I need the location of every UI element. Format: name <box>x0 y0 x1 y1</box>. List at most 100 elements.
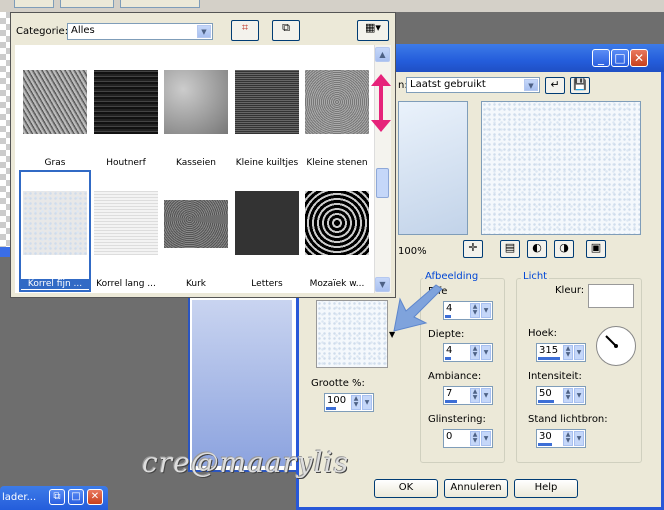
maximize-button[interactable]: □ <box>611 49 629 67</box>
chevron-down-icon[interactable]: ▼ <box>362 395 372 410</box>
spin-icon[interactable]: ▲ ▼ <box>470 303 480 318</box>
light-position-level-bar <box>538 443 552 446</box>
texture-label-selected: Korrel fijn ... <box>20 279 90 289</box>
light-color-swatch[interactable] <box>588 284 634 308</box>
spin-icon[interactable]: ▲ ▼ <box>563 388 573 403</box>
top-toolbar-button[interactable] <box>120 0 200 8</box>
palette-icon: ⌗ <box>241 21 249 34</box>
texture-browse-button[interactable]: ⌗ <box>231 20 259 41</box>
spin-icon[interactable]: ▲ ▼ <box>470 388 480 403</box>
texture-swatch[interactable] <box>316 300 388 368</box>
texture-tile[interactable] <box>305 70 369 134</box>
texture-tile[interactable] <box>23 191 87 255</box>
texture-label: Mozaïek w... <box>309 279 365 289</box>
angle-field[interactable]: 315 ▲ ▼ ▼ <box>536 343 586 362</box>
ambiance-level-bar <box>445 400 457 403</box>
preset-value: Laatst gebruikt <box>410 79 486 90</box>
minimize-button[interactable]: _ <box>592 49 610 67</box>
spin-icon[interactable]: ▲ ▼ <box>563 345 573 360</box>
top-toolbar-button[interactable] <box>14 0 54 8</box>
chevron-down-icon[interactable]: ▼ <box>574 431 584 446</box>
double-arrow-icon <box>371 74 391 132</box>
disk-icon[interactable]: 💾 <box>570 77 590 94</box>
texture-label: Houtnerf <box>106 158 146 168</box>
help-button[interactable]: Help <box>514 479 578 498</box>
spin-icon[interactable]: ▲ ▼ <box>470 431 480 446</box>
ok-button[interactable]: OK <box>374 479 438 498</box>
preset-select[interactable]: Laatst gebruikt ▼ <box>406 77 540 93</box>
arrow-return-icon: ↵ <box>550 78 560 91</box>
glinstering-label: Glinstering: <box>428 414 486 425</box>
texture-label: Letters <box>251 279 283 289</box>
maximize-icon[interactable]: □ <box>68 489 84 505</box>
angle-value: 315 <box>539 345 559 356</box>
proof-icon[interactable]: ▣ <box>586 240 606 258</box>
chevron-down-icon[interactable]: ▼ <box>481 345 491 360</box>
depth-field[interactable]: 4 ▲ ▼ ▼ <box>443 343 493 362</box>
cancel-button[interactable]: Annuleren <box>444 479 508 498</box>
licht-legend: Licht <box>521 271 550 282</box>
texture-tile[interactable] <box>235 191 299 255</box>
save-preset-button[interactable]: ↵ <box>545 77 565 94</box>
angle-dial[interactable] <box>596 326 636 366</box>
texture-label: Korrel lang ... <box>96 279 156 289</box>
zoom-out-icon[interactable]: ◑ <box>554 240 574 258</box>
texture-tile[interactable] <box>235 70 299 134</box>
ambiance-value: 7 <box>446 388 453 399</box>
glinstering-field[interactable]: 0 ▲ ▼ ▼ <box>443 429 493 448</box>
pan-icon[interactable]: ✛ <box>463 240 483 258</box>
scroll-thumb[interactable] <box>376 168 389 198</box>
chevron-down-icon[interactable]: ▼ <box>574 345 584 360</box>
texture-tile[interactable] <box>94 70 158 134</box>
chevron-down-icon[interactable]: ▼ <box>574 388 584 403</box>
chevron-down-icon: ▼ <box>524 79 538 91</box>
intensity-value: 50 <box>539 388 552 399</box>
scroll-down-icon[interactable]: ▼ <box>375 277 390 292</box>
texture-tile[interactable] <box>164 70 228 134</box>
texture-tile[interactable] <box>164 200 228 248</box>
category-select[interactable]: Alles ▼ <box>67 23 213 40</box>
view-options-icon[interactable]: ▦▾ <box>357 20 389 41</box>
chevron-down-icon: ▼ <box>197 25 211 38</box>
chevron-down-icon[interactable]: ▼ <box>481 388 491 403</box>
effect-field[interactable]: 4 ▲ ▼ ▼ <box>443 301 493 320</box>
texture-tile[interactable] <box>305 191 369 255</box>
size-value: 100 <box>327 395 347 406</box>
ambiance-field[interactable]: 7 ▲ ▼ ▼ <box>443 386 493 405</box>
texture-tile[interactable] <box>23 70 87 134</box>
chevron-down-icon[interactable]: ▼ <box>481 303 491 318</box>
background-image-gradient <box>192 300 292 466</box>
chevron-down-icon[interactable]: ▼ <box>481 431 491 446</box>
close-icon[interactable]: ✕ <box>87 489 103 505</box>
afbeelding-legend: Afbeelding <box>423 271 481 282</box>
zoom-in-icon[interactable]: ◐ <box>527 240 547 258</box>
size-label: Grootte %: <box>311 378 365 389</box>
result-preview <box>481 101 641 235</box>
close-button[interactable]: ✕ <box>630 49 648 67</box>
depth-level-bar <box>445 357 451 360</box>
copy-pages-icon[interactable]: ⧉ <box>272 20 300 41</box>
light-position-label: Stand lichtbron: <box>528 414 608 425</box>
size-field[interactable]: 100 ▲ ▼ ▼ <box>324 393 374 412</box>
top-toolbar-button[interactable] <box>60 0 114 8</box>
spin-icon[interactable]: ▲ ▼ <box>351 395 361 410</box>
light-position-field[interactable]: 30 ▲ ▼ ▼ <box>536 429 586 448</box>
restore-icon[interactable]: ⧉ <box>49 489 65 505</box>
light-position-value: 30 <box>539 431 552 442</box>
effect-value: 4 <box>446 303 453 314</box>
glinstering-value: 0 <box>446 431 453 442</box>
dial-needle-icon <box>605 335 618 348</box>
category-value: Alles <box>71 25 95 36</box>
texture-label: Kleine stenen <box>306 158 368 168</box>
intensity-field[interactable]: 50 ▲ ▼ ▼ <box>536 386 586 405</box>
scroll-up-icon[interactable]: ▲ <box>375 47 390 62</box>
texture-tile[interactable] <box>94 191 158 255</box>
spin-icon[interactable]: ▲ ▼ <box>563 431 573 446</box>
preview-toggle-icon[interactable]: ▤ <box>500 240 520 258</box>
depth-value: 4 <box>446 345 453 356</box>
category-label: Categorie: <box>16 26 69 37</box>
angle-label: Hoek: <box>528 328 557 339</box>
spin-icon[interactable]: ▲ ▼ <box>470 345 480 360</box>
intensity-label: Intensiteit: <box>528 371 582 382</box>
texture-label: Gras <box>44 158 66 168</box>
